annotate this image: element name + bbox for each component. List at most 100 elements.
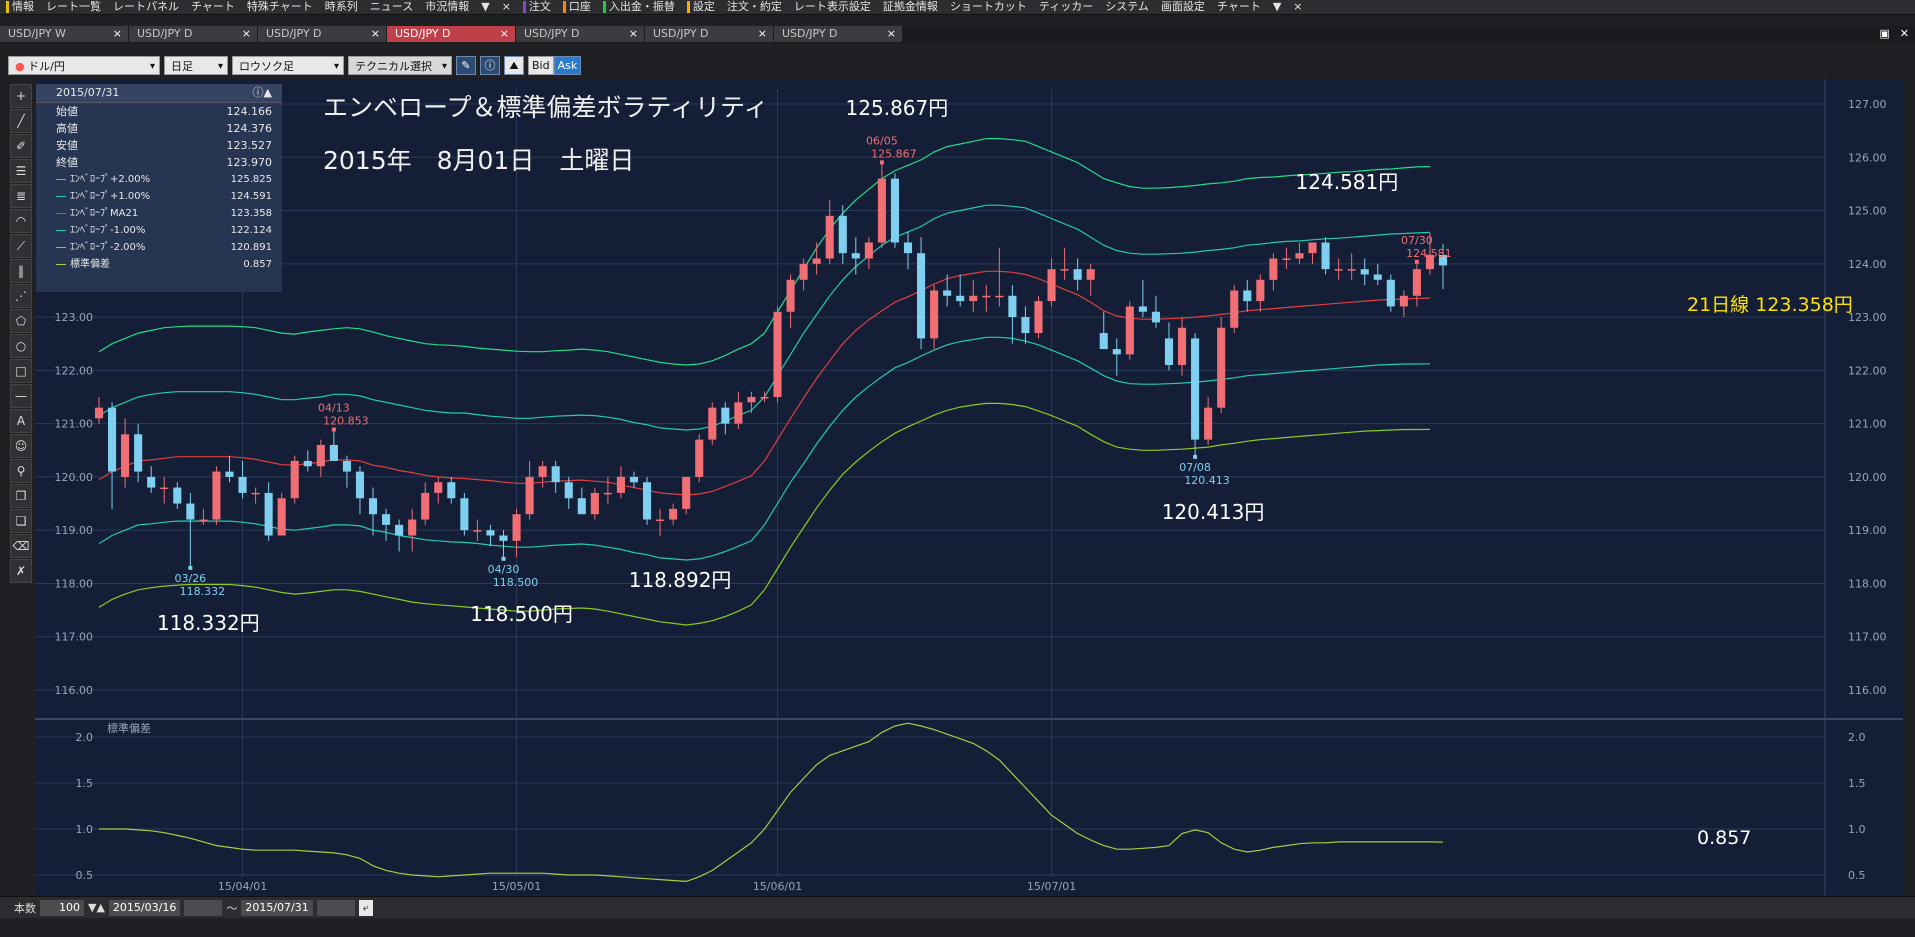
- menu-item[interactable]: ショートカット: [944, 0, 1033, 14]
- restore-icon[interactable]: ▣: [1879, 27, 1889, 40]
- pitchfork-icon[interactable]: ⋰: [10, 284, 32, 308]
- chart-tab[interactable]: USD/JPY D ×: [387, 26, 515, 42]
- menu-item[interactable]: ▼: [1267, 0, 1287, 14]
- menu-item[interactable]: ▼: [475, 0, 495, 14]
- menu-item[interactable]: 情報: [0, 0, 40, 14]
- menu-item[interactable]: 特殊チャート: [241, 0, 319, 14]
- magnet-icon[interactable]: ⚲: [10, 459, 32, 483]
- circle-icon[interactable]: ○: [10, 334, 32, 358]
- count-input[interactable]: 100: [40, 899, 84, 916]
- info-icon[interactable]: ⓘ: [480, 55, 500, 75]
- tab-close-icon[interactable]: ×: [758, 26, 767, 42]
- menu-item-label: ▼: [1272, 0, 1282, 13]
- menu-item[interactable]: ニュース: [364, 0, 419, 14]
- tab-close-icon[interactable]: ×: [887, 26, 896, 42]
- tab-label: USD/JPY D: [653, 27, 709, 40]
- indicator-label: ｴﾝﾍﾞﾛｰﾌﾟMA21: [70, 208, 139, 219]
- menu-item[interactable]: 口座: [557, 0, 597, 14]
- menu-item[interactable]: レート一覧: [40, 0, 107, 14]
- menu-item[interactable]: ×: [1287, 0, 1308, 14]
- std-y-tick-label: 1.0: [1848, 823, 1866, 836]
- menu-item[interactable]: チャート: [185, 0, 241, 14]
- menu-item[interactable]: チャート: [1211, 0, 1267, 14]
- menu-item[interactable]: レートパネル: [107, 0, 185, 14]
- tab-close-icon[interactable]: ×: [500, 26, 509, 42]
- text-icon[interactable]: A: [10, 409, 32, 433]
- y-tick-label-left: 122.00: [55, 364, 94, 377]
- chart-tab[interactable]: USD/JPY D ×: [645, 26, 773, 42]
- bid-button[interactable]: Bid: [528, 55, 554, 75]
- std-y-tick-label-left: 0.5: [76, 869, 94, 882]
- horizontal-lines-icon[interactable]: ☰: [10, 159, 32, 183]
- indicator-value: 124.591: [230, 191, 272, 202]
- ask-button[interactable]: Ask: [553, 55, 582, 75]
- pentagon-icon[interactable]: ⬠: [10, 309, 32, 333]
- rectangle-icon[interactable]: □: [10, 359, 32, 383]
- emoji-icon[interactable]: ☺: [10, 434, 32, 458]
- technical-select[interactable]: テクニカル選択: [348, 55, 452, 76]
- menu-item-label: 市況情報: [425, 0, 470, 13]
- bottom-bar: 本数 100 ▼▲ 2015/03/16 ～ 2015/07/31 ⤶: [0, 896, 1915, 918]
- annotation-big: 125.867円: [846, 96, 949, 120]
- menu-item[interactable]: ティッカー: [1033, 0, 1099, 14]
- fan-icon[interactable]: ⟋: [10, 234, 32, 258]
- menu-item[interactable]: 画面設定: [1155, 0, 1211, 14]
- tab-close-icon[interactable]: ×: [242, 26, 251, 42]
- chart-tab[interactable]: USD/JPY D ×: [774, 26, 902, 42]
- eraser-all-icon[interactable]: ✗: [10, 559, 32, 583]
- refresh-button[interactable]: ⤶: [358, 899, 373, 916]
- indicator-label: ｴﾝﾍﾞﾛｰﾌﾟ-1.00%: [70, 225, 146, 236]
- pen-icon[interactable]: ✎: [456, 55, 476, 75]
- chart-toolbar: ● ドル/円 日足 ロウソク足 テクニカル選択 ✎ ⓘ ⛰ Bid Ask: [8, 54, 582, 76]
- paste-icon[interactable]: ❏: [10, 509, 32, 533]
- price-chart[interactable]: 03/26118.332118.332円04/13120.85304/30118…: [35, 79, 1903, 895]
- from-time-input[interactable]: [184, 899, 223, 916]
- hline-icon[interactable]: —: [10, 384, 32, 408]
- from-date-input[interactable]: 2015/03/16: [108, 899, 181, 916]
- menu-item[interactable]: 市況情報: [419, 0, 475, 14]
- period-select[interactable]: 日足: [164, 55, 228, 76]
- menu-item[interactable]: 入出金・振替: [597, 0, 681, 14]
- info-toggle-icon[interactable]: ⓘ▲: [253, 84, 272, 102]
- arc-icon[interactable]: ◠: [10, 209, 32, 233]
- copy-icon[interactable]: ❐: [10, 484, 32, 508]
- fibonacci-icon[interactable]: ≣: [10, 184, 32, 208]
- eraser-icon[interactable]: ⌫: [10, 534, 32, 558]
- tab-close-icon[interactable]: ×: [371, 26, 380, 42]
- to-time-input[interactable]: [316, 899, 355, 916]
- chart-tab[interactable]: USD/JPY D ×: [258, 26, 386, 42]
- menu-item-label: 証拠金情報: [882, 0, 938, 13]
- candle-body: [525, 476, 534, 515]
- std-y-tick-label-left: 1.0: [76, 823, 94, 836]
- candle-body: [512, 514, 521, 541]
- candle-body: [917, 253, 926, 339]
- menu-item[interactable]: 時系列: [319, 0, 364, 14]
- menu-item[interactable]: 注文: [517, 0, 557, 14]
- tab-close-icon[interactable]: ×: [113, 26, 122, 42]
- candle-body: [1399, 295, 1408, 307]
- annotation-date: 04/13: [318, 401, 350, 414]
- menu-item[interactable]: 設定: [681, 0, 721, 14]
- crosshair-icon[interactable]: +: [10, 84, 32, 108]
- ohlc-row: 高値 124.376: [36, 120, 282, 137]
- close-icon[interactable]: ✕: [1900, 27, 1909, 40]
- chart-tab[interactable]: USD/JPY D ×: [129, 26, 257, 42]
- style-select[interactable]: ロウソク足: [232, 55, 344, 76]
- menu-item[interactable]: システム: [1099, 0, 1155, 14]
- trendline-icon[interactable]: ╱: [10, 109, 32, 133]
- status-bar: [0, 918, 1915, 937]
- to-date-input[interactable]: 2015/07/31: [241, 899, 313, 916]
- mountain-icon[interactable]: ⛰: [504, 55, 524, 75]
- menu-item[interactable]: 証拠金情報: [877, 0, 944, 14]
- chart-tab[interactable]: USD/JPY D ×: [516, 26, 644, 42]
- chart-tab[interactable]: USD/JPY W ×: [0, 26, 128, 42]
- menu-item[interactable]: レート表示設定: [788, 0, 877, 14]
- candle-body: [290, 460, 299, 499]
- menu-item[interactable]: ×: [496, 0, 517, 14]
- ruler-icon[interactable]: ✐: [10, 134, 32, 158]
- symbol-select[interactable]: ● ドル/円: [8, 55, 160, 76]
- vertical-lines-icon[interactable]: ‖: [10, 259, 32, 283]
- count-stepper-icon[interactable]: ▼▲: [88, 901, 105, 914]
- tab-close-icon[interactable]: ×: [629, 26, 638, 42]
- menu-item[interactable]: 注文・約定: [721, 0, 788, 14]
